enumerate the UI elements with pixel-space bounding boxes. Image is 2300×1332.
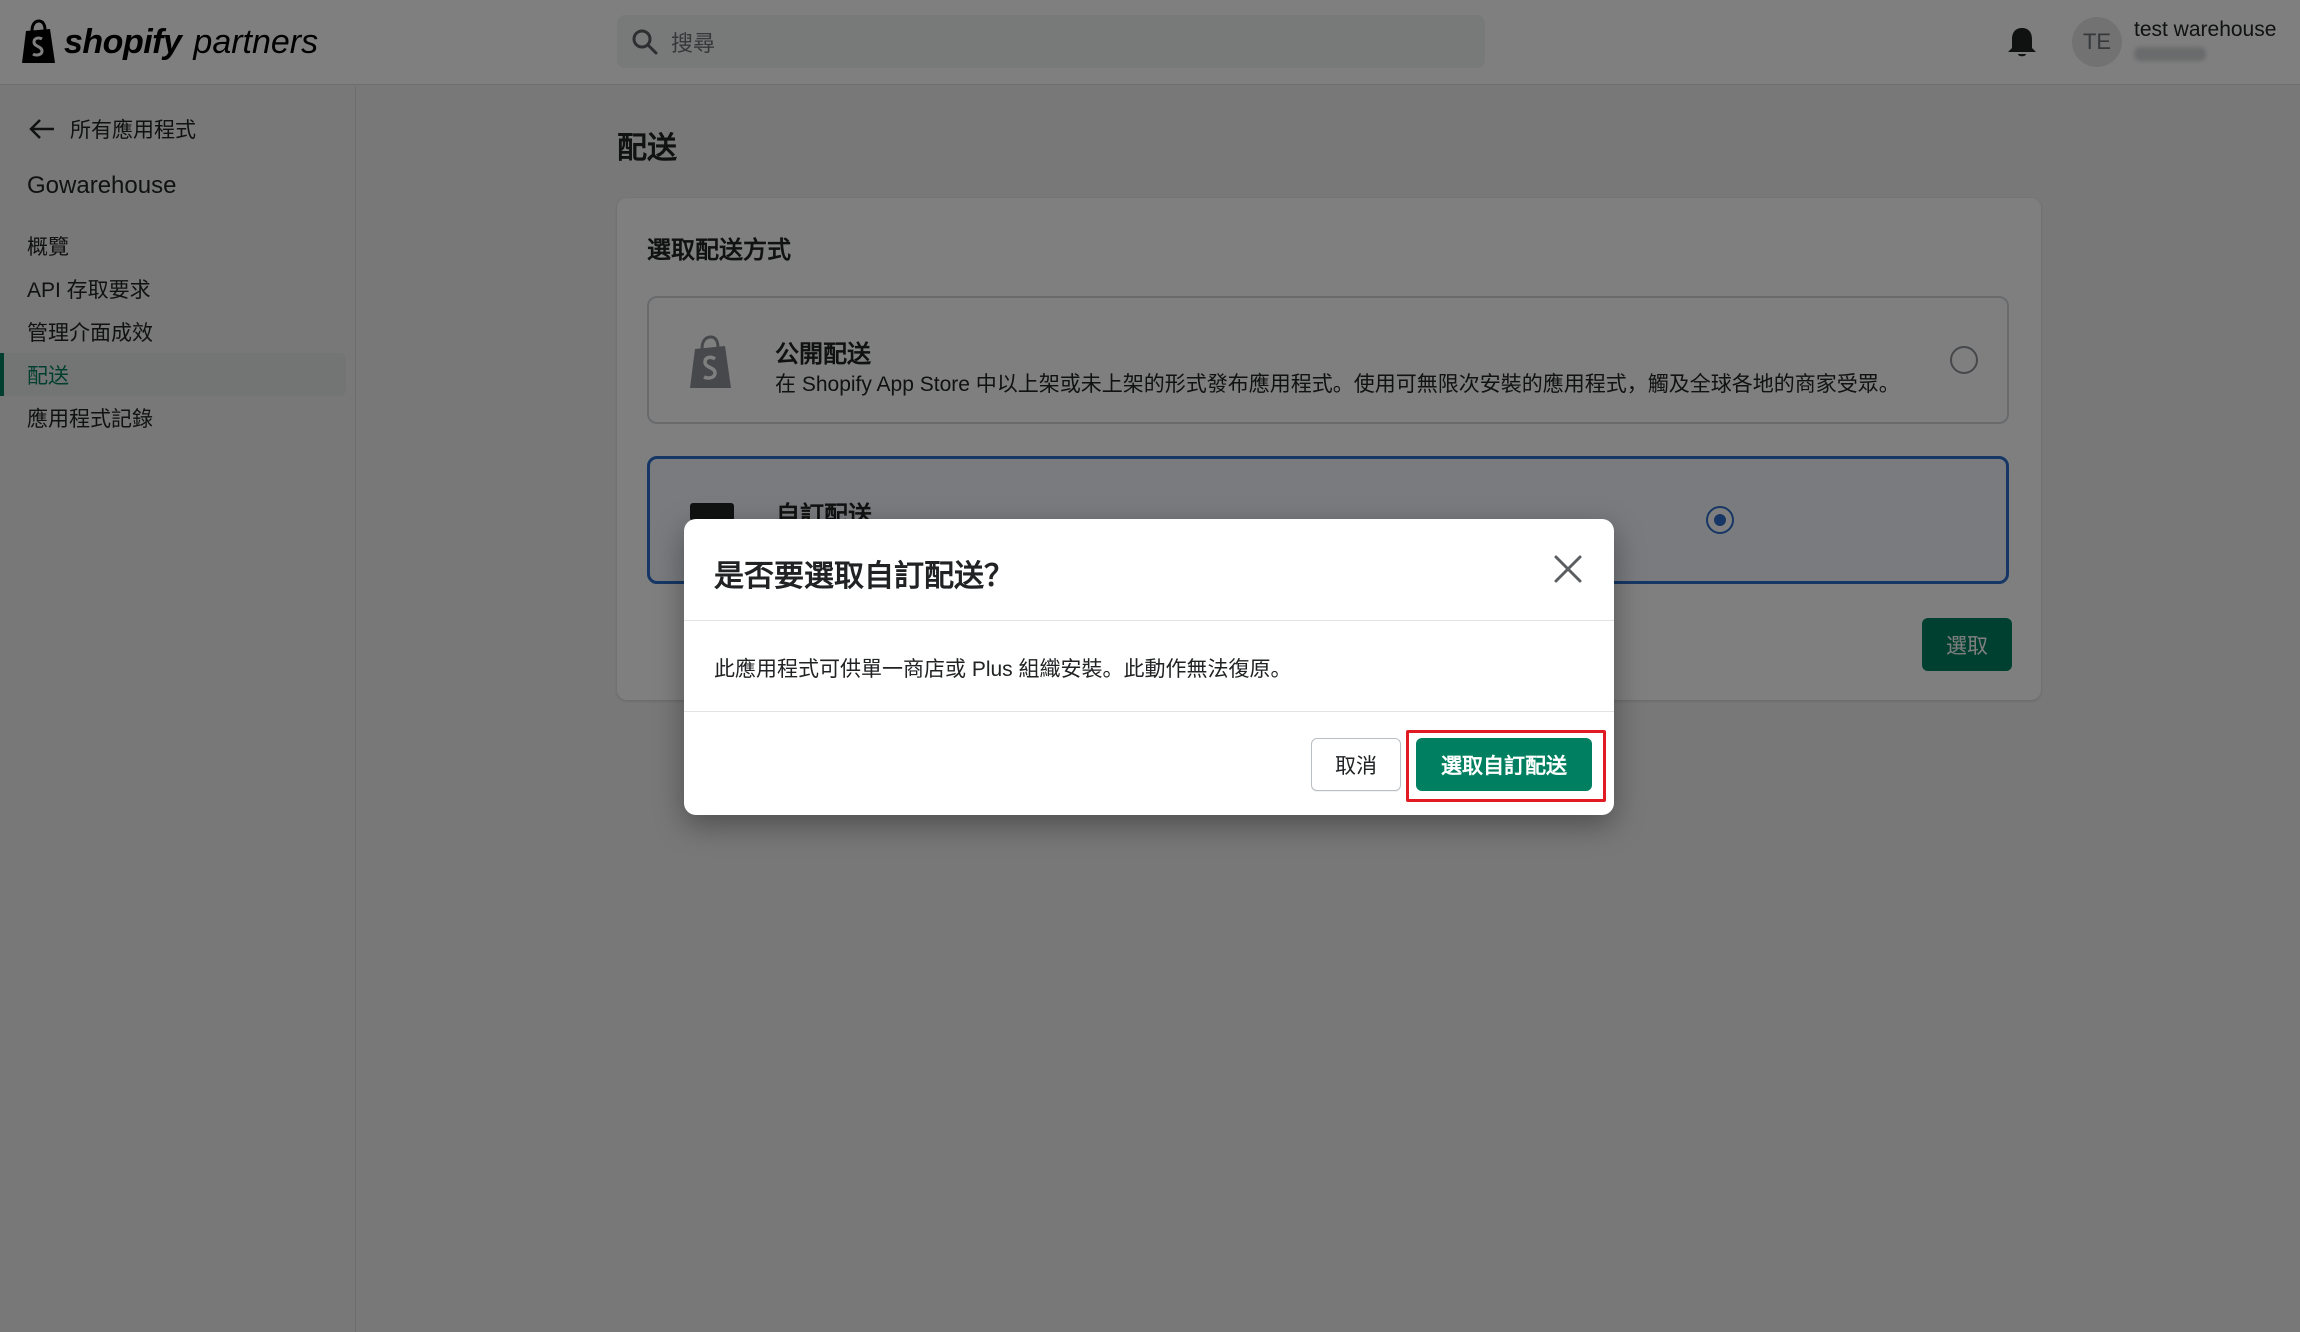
confirm-custom-distribution-modal: 是否要選取自訂配送？ 此應用程式可供單一商店或 Plus 組織安裝。此動作無法復… xyxy=(684,519,1614,815)
modal-body: 此應用程式可供單一商店或 Plus 組織安裝。此動作無法復原。 xyxy=(684,621,1614,712)
select-custom-distribution-button[interactable]: 選取自訂配送 xyxy=(1416,738,1592,791)
modal-header: 是否要選取自訂配送？ xyxy=(684,519,1614,621)
cancel-button[interactable]: 取消 xyxy=(1311,738,1401,791)
modal-title: 是否要選取自訂配送？ xyxy=(714,560,1014,593)
modal-message: 此應用程式可供單一商店或 Plus 組織安裝。此動作無法復原。 xyxy=(714,658,1292,681)
close-icon[interactable] xyxy=(1552,553,1584,585)
